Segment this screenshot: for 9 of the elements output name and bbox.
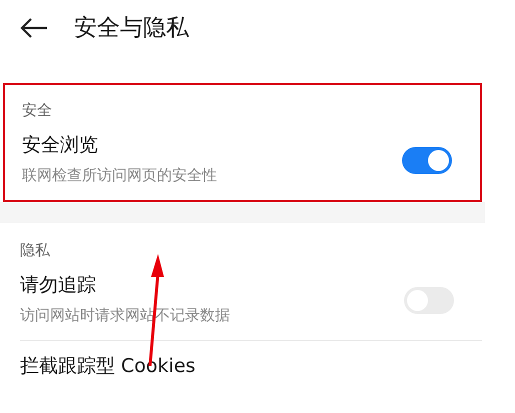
toggle-switch[interactable] xyxy=(402,146,452,174)
setting-title: 拦截跟踪型 Cookies xyxy=(20,354,196,378)
setting-description: 联网检查所访问网页的安全性 xyxy=(22,165,218,185)
page-title: 安全与隐私 xyxy=(74,14,189,43)
setting-title: 请勿追踪 xyxy=(20,273,97,297)
section-label: 安全 xyxy=(22,100,53,120)
section-label: 隐私 xyxy=(20,240,51,260)
back-icon[interactable] xyxy=(20,17,48,39)
setting-title: 安全浏览 xyxy=(22,133,99,157)
